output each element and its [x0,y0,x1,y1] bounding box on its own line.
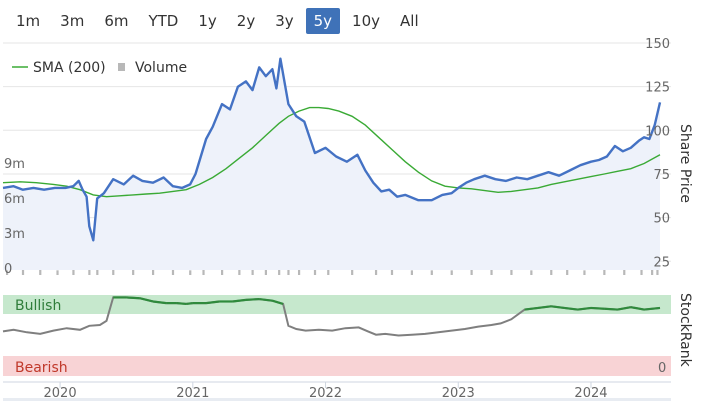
volume-bar [550,269,553,275]
bearish-band [3,356,671,376]
range-button-3y[interactable]: 3y [267,8,301,34]
volume-legend-swatch [118,63,125,71]
stockrank-bullish-segment [604,307,618,311]
stockrank-bullish-segment [245,297,260,301]
volume-bar [189,270,192,275]
stockrank-bullish-segment [590,306,605,310]
range-button-5y[interactable]: 5y [305,8,341,34]
price-tick-50: 50 [653,212,670,227]
range-button-1y[interactable]: 1y [190,8,224,34]
volume-bar [530,270,533,275]
volume-bar [171,269,175,275]
range-selector: 1m 3m 6m YTD 1y 2y 3y 5y 10y All [8,8,427,34]
volume-tick-6m: 6m [4,192,25,207]
range-button-ytd[interactable]: YTD [140,8,186,34]
range-button-2y[interactable]: 2y [229,8,263,34]
volume-bar [151,269,155,275]
legend: SMA (200) Volume [12,60,187,76]
stockrank-bullish-segment [126,296,140,300]
price-area-fill [3,58,660,271]
stockrank-bullish-segment [186,302,193,306]
volume-bar [56,270,59,275]
volume-bar [490,269,493,275]
volume-bar [583,270,586,275]
bearish-label: Bearish [15,360,68,376]
sma-legend-label[interactable]: SMA (200) [33,60,106,76]
volume-tick-0: 0 [4,262,12,277]
price-tick-75: 75 [653,168,670,183]
volume-bar [430,270,433,275]
stockrank-zero-tick: 0 [658,361,666,376]
price-tick-100: 100 [645,124,670,139]
price-tick-25: 25 [653,255,670,270]
bullish-band [3,295,671,314]
volume-bar [623,269,626,275]
range-button-3m[interactable]: 3m [52,8,92,34]
chart-canvas: 25 50 75 100 125 150 0 3m 6m 9m SMA (200) Volume… [2,37,693,401]
volume-bar [327,269,330,275]
range-button-1m[interactable]: 1m [8,8,48,34]
volume-tick-3m: 3m [4,227,25,242]
range-button-6m[interactable]: 6m [96,8,136,34]
stockrank-axis-title: StockRank [677,293,693,368]
volume-bar [39,269,42,275]
stockrank-bullish-segment [176,302,187,306]
volume-bar [450,270,453,275]
bullish-label: Bullish [15,298,61,314]
volume-bar [390,269,394,275]
volume-legend-label[interactable]: Volume [135,60,187,76]
volume-bar [410,270,413,275]
price-tick-150: 150 [645,37,670,52]
range-button-all[interactable]: All [392,8,427,34]
price-axis-title: Share Price [677,124,693,203]
price-tick-125: 125 [645,81,670,96]
volume-tick-9m: 9m [4,157,25,172]
range-button-10y[interactable]: 10y [344,8,388,34]
